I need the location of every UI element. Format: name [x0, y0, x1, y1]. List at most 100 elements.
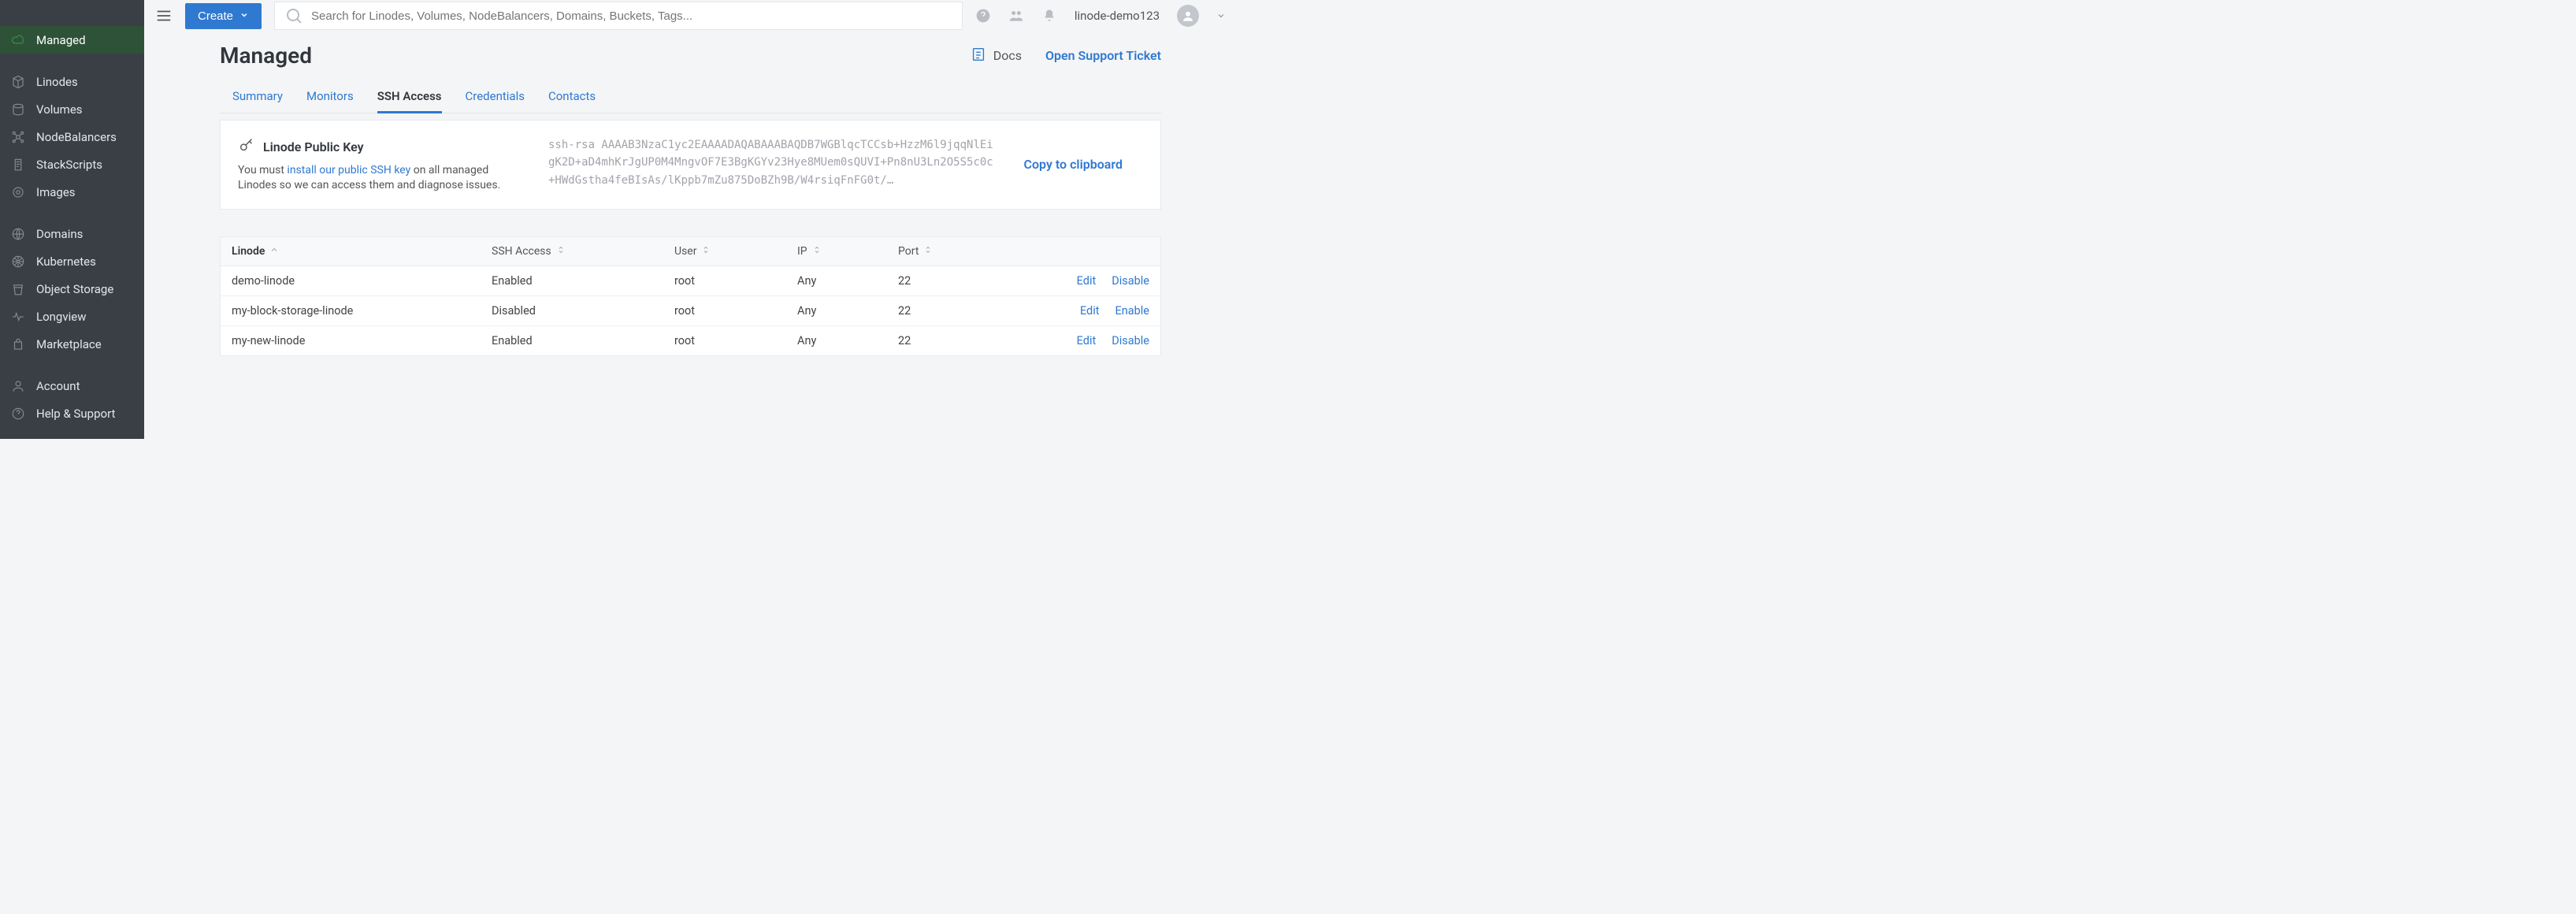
sidebar-item-volumes[interactable]: Volumes [0, 95, 144, 123]
script-icon [11, 158, 25, 172]
search-icon [284, 6, 303, 25]
install-key-link[interactable]: install our public SSH key [287, 164, 410, 176]
sidebar-item-marketplace[interactable]: Marketplace [0, 330, 144, 358]
tab-credentials[interactable]: Credentials [466, 83, 525, 113]
table-header: Linode SSH Access User IP [221, 237, 1160, 266]
cell-ssh: Enabled [481, 266, 663, 295]
cell-port: 22 [887, 266, 1021, 295]
sidebar-item-label: Object Storage [36, 282, 113, 296]
create-button[interactable]: Create [185, 3, 262, 29]
cell-ssh: Disabled [481, 296, 663, 325]
user-icon [11, 379, 25, 393]
public-key-panel: Linode Public Key You must install our p… [220, 120, 1161, 210]
copy-to-clipboard-button[interactable]: Copy to clipboard [1024, 157, 1143, 172]
edit-link[interactable]: Edit [1080, 304, 1100, 318]
cell-ssh: Enabled [481, 326, 663, 355]
th-actions [1021, 237, 1160, 266]
bucket-icon [11, 282, 25, 296]
sidebar-item-label: NodeBalancers [36, 130, 117, 144]
sidebar-item-domains[interactable]: Domains [0, 220, 144, 247]
table-row: demo-linode Enabled root Any 22 Edit Dis… [221, 266, 1160, 296]
avatar[interactable] [1177, 5, 1199, 27]
toggle-link[interactable]: Disable [1112, 334, 1149, 347]
cell-user: root [663, 326, 786, 355]
ssh-key-text: ssh-rsa AAAAB3NzaC1yc2EAAAADAQABAAABAQDB… [548, 136, 997, 189]
docs-icon [970, 46, 987, 66]
username-label: linode-demo123 [1075, 9, 1160, 23]
sidebar-item-account[interactable]: Account [0, 372, 144, 399]
sidebar-item-images[interactable]: Images [0, 178, 144, 206]
sidebar: Managed Linodes Volumes NodeBalancers St… [0, 0, 144, 439]
balance-icon [11, 130, 25, 144]
search-box[interactable] [274, 2, 963, 30]
docs-link[interactable]: Docs [970, 46, 1022, 66]
chevron-down-icon[interactable] [1216, 9, 1226, 24]
sidebar-item-label: StackScripts [36, 158, 102, 172]
sidebar-item-label: Managed [36, 33, 86, 47]
cell-user: root [663, 266, 786, 295]
th-linode[interactable]: Linode [221, 237, 481, 266]
edit-link[interactable]: Edit [1077, 334, 1097, 347]
th-label: User [674, 245, 696, 258]
community-icon[interactable] [1008, 8, 1024, 24]
sidebar-item-longview[interactable]: Longview [0, 303, 144, 330]
tabs: Summary Monitors SSH Access Credentials … [220, 83, 1161, 113]
menu-icon[interactable] [155, 7, 173, 24]
ssh-access-table: Linode SSH Access User IP [220, 236, 1161, 356]
sidebar-item-label: Marketplace [36, 337, 102, 351]
toggle-link[interactable]: Disable [1112, 274, 1149, 288]
sort-asc-icon [269, 245, 279, 258]
tab-summary[interactable]: Summary [232, 83, 283, 113]
edit-link[interactable]: Edit [1077, 274, 1097, 288]
page-title: Managed [220, 43, 312, 69]
th-ip[interactable]: IP [786, 237, 887, 266]
th-ssh-access[interactable]: SSH Access [481, 237, 663, 266]
panel-description: You must install our public SSH key on a… [238, 163, 522, 193]
helm-icon [11, 255, 25, 269]
image-icon [11, 185, 25, 199]
sidebar-item-object-storage[interactable]: Object Storage [0, 275, 144, 303]
globe-icon [11, 227, 25, 241]
cell-ip: Any [786, 266, 887, 295]
sort-icon [556, 245, 566, 258]
cube-icon [11, 75, 25, 89]
sidebar-item-help[interactable]: Help & Support [0, 399, 144, 427]
pulse-icon [11, 310, 25, 324]
sidebar-item-label: Volumes [36, 102, 83, 117]
cell-linode: my-block-storage-linode [221, 296, 481, 325]
table-row: my-block-storage-linode Disabled root An… [221, 296, 1160, 326]
tab-contacts[interactable]: Contacts [548, 83, 596, 113]
sidebar-item-label: Help & Support [36, 407, 115, 421]
sidebar-item-label: Account [36, 379, 80, 393]
sort-icon [701, 245, 711, 258]
sidebar-item-nodebalancers[interactable]: NodeBalancers [0, 123, 144, 150]
th-label: IP [797, 245, 807, 258]
sort-icon [923, 245, 933, 258]
table-row: my-new-linode Enabled root Any 22 Edit D… [221, 326, 1160, 355]
topbar: Create linode-demo123 [144, 0, 1237, 32]
create-button-label: Create [198, 9, 233, 23]
sidebar-item-kubernetes[interactable]: Kubernetes [0, 247, 144, 275]
help-icon [11, 407, 25, 421]
open-ticket-link[interactable]: Open Support Ticket [1045, 48, 1161, 63]
cell-ip: Any [786, 326, 887, 355]
docs-label: Docs [993, 48, 1022, 63]
bell-icon[interactable] [1041, 8, 1057, 24]
cell-port: 22 [887, 296, 1021, 325]
tab-ssh-access[interactable]: SSH Access [377, 83, 442, 113]
th-user[interactable]: User [663, 237, 786, 266]
sidebar-item-managed[interactable]: Managed [0, 26, 144, 54]
sidebar-item-linodes[interactable]: Linodes [0, 68, 144, 95]
disk-icon [11, 102, 25, 117]
sidebar-item-label: Longview [36, 310, 86, 324]
toggle-link[interactable]: Enable [1115, 304, 1150, 318]
th-label: Port [898, 245, 919, 258]
sidebar-item-stackscripts[interactable]: StackScripts [0, 150, 144, 178]
search-input[interactable] [311, 9, 952, 23]
sidebar-item-label: Domains [36, 227, 83, 241]
help-icon[interactable] [975, 8, 991, 24]
th-port[interactable]: Port [887, 237, 1021, 266]
sidebar-item-label: Kubernetes [36, 255, 96, 269]
chevron-down-icon [239, 9, 249, 23]
tab-monitors[interactable]: Monitors [306, 83, 354, 113]
